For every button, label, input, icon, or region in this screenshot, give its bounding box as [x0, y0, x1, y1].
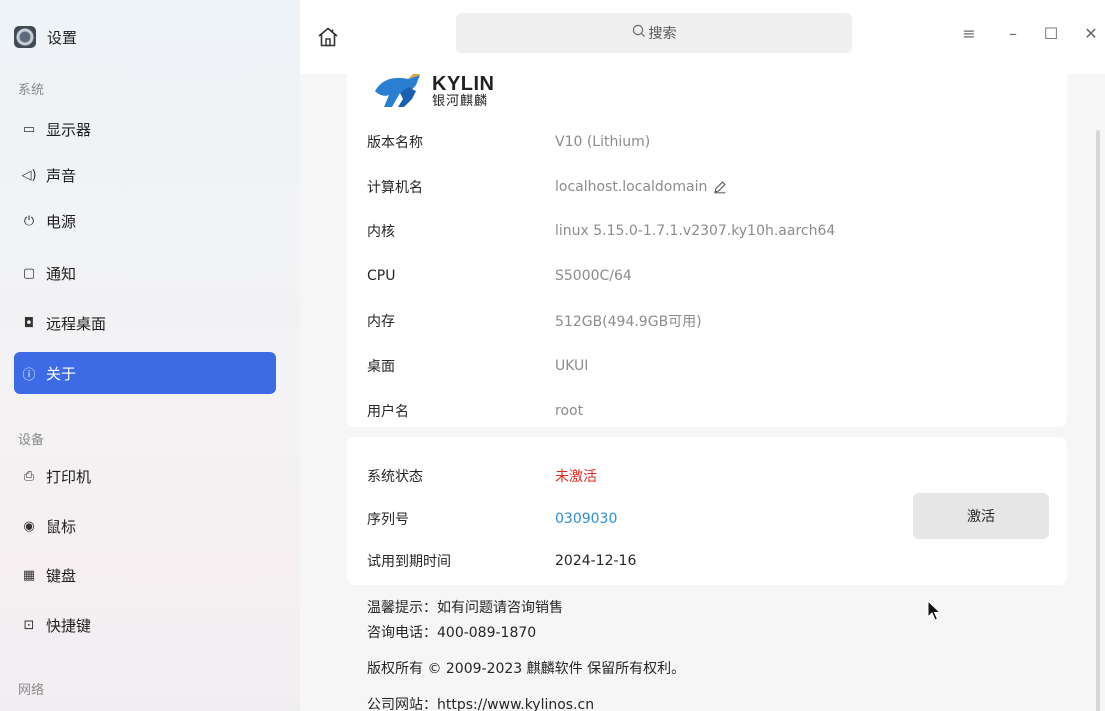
sidebar-item-shortcuts[interactable]: ⊡ 快捷键 [14, 604, 276, 646]
sidebar-item-mouse[interactable]: ◉ 鼠标 [14, 505, 276, 547]
shortcut-icon: ⊡ [23, 617, 35, 633]
info-label: 内存 [367, 314, 395, 330]
copyright: 版权所有 © 2009-2023 麒麟软件 保留所有权利。 [367, 661, 686, 677]
sidebar-item-label: 声音 [46, 166, 77, 185]
sidebar-item-label: 鼠标 [46, 517, 77, 536]
sidebar-item-label: 电源 [46, 212, 77, 231]
company-website: 公司网站：https://www.kylinos.cn [367, 697, 595, 711]
info-row-username: 用户名 root [367, 399, 583, 423]
mouse-icon: ◉ [23, 518, 35, 534]
info-label: 用户名 [367, 404, 409, 420]
logo-text-en: KYLIN [432, 74, 495, 95]
mouse-pointer-icon [927, 600, 941, 621]
sidebar-item-keyboard[interactable]: ▦ 键盘 [14, 554, 276, 596]
sales-tip: 温馨提示：如有问题请咨询销售 [367, 600, 563, 616]
sidebar-item-label: 键盘 [46, 566, 77, 585]
sidebar-item-remote-desktop[interactable]: ◘ 远程桌面 [14, 302, 276, 344]
minimize-button[interactable]: – [1000, 20, 1026, 46]
printer-icon: ⎙ [23, 468, 35, 484]
title-bar: 搜索 ≡ – ☐ ✕ [300, 0, 1105, 74]
speaker-icon: ◁) [21, 167, 37, 183]
info-label: 桌面 [367, 359, 395, 375]
info-row-hostname: 计算机名 localhost.localdomain [367, 175, 727, 199]
sidebar-item-power[interactable]: ⏻ 电源 [14, 200, 276, 242]
serial-number-label: 序列号 [367, 512, 409, 528]
info-label: 内核 [367, 224, 395, 240]
sidebar-item-printer[interactable]: ⎙ 打印机 [14, 455, 276, 497]
kylin-logo-text: KYLIN 银河麒麟 [432, 74, 495, 108]
notification-icon: ▢ [22, 265, 36, 281]
info-row-kernel: 内核 linux 5.15.0-1.7.1.v2307.ky10h.aarch6… [367, 219, 835, 243]
search-input[interactable]: 搜索 [456, 13, 852, 53]
vertical-scrollbar[interactable] [1096, 130, 1100, 711]
sidebar-item-label: 打印机 [46, 467, 92, 486]
kylin-logo-icon [375, 74, 420, 107]
serial-number-row: 序列号 0309030 [367, 507, 617, 531]
trial-expiry-value: 2024-12-16 [555, 553, 637, 569]
maximize-button[interactable]: ☐ [1038, 20, 1064, 46]
activation-status-label: 系统状态 [367, 469, 423, 485]
kylin-logo: KYLIN 银河麒麟 [372, 74, 495, 111]
info-value: V10 (Lithium) [555, 134, 651, 150]
activation-card: 系统状态 未激活 序列号 0309030 试用到期时间 2024-12-16 激… [347, 437, 1067, 585]
sidebar-item-about[interactable]: ⓘ 关于 [14, 352, 276, 394]
info-label: CPU [367, 268, 396, 284]
info-value: 512GB(494.9GB可用) [555, 314, 702, 330]
trial-expiry-row: 试用到期时间 2024-12-16 [367, 549, 636, 573]
info-row-desktop: 桌面 UKUI [367, 354, 588, 378]
about-page: KYLIN 银河麒麟 版本名称 V10 (Lithium) 计算机名 local… [300, 74, 1105, 711]
info-value: linux 5.15.0-1.7.1.v2307.ky10h.aarch64 [555, 223, 836, 239]
serial-number-value[interactable]: 0309030 [555, 511, 617, 527]
monitor-icon: ▭ [22, 121, 36, 137]
info-value-wrap: localhost.localdomain [555, 179, 727, 195]
sidebar-item-label: 通知 [46, 264, 77, 283]
power-icon: ⏻ [23, 213, 35, 229]
close-button[interactable]: ✕ [1078, 20, 1104, 46]
home-icon[interactable] [317, 26, 339, 48]
menu-button[interactable]: ≡ [956, 20, 982, 46]
keyboard-icon: ▦ [22, 567, 36, 583]
activate-button[interactable]: 激活 [913, 493, 1049, 539]
hostname-value: localhost.localdomain [555, 179, 708, 195]
info-row-memory: 内存 512GB(494.9GB可用) [367, 309, 702, 333]
sidebar-item-display[interactable]: ▭ 显示器 [14, 108, 276, 150]
group-title-network: 网络 [18, 683, 45, 698]
group-title-devices: 设备 [18, 433, 45, 448]
app-title-bar: 设置 [14, 24, 77, 50]
remote-desktop-icon: ◘ [23, 315, 35, 331]
edit-pencil-icon[interactable] [713, 180, 727, 194]
logo-text-cn: 银河麒麟 [432, 94, 489, 109]
contact-phone: 咨询电话：400-089-1870 [367, 625, 537, 641]
info-value: UKUI [555, 358, 589, 374]
search-placeholder: 搜索 [648, 26, 677, 42]
activation-status-row: 系统状态 未激活 [367, 464, 597, 488]
info-row-version: 版本名称 V10 (Lithium) [367, 130, 650, 154]
trial-expiry-label: 试用到期时间 [367, 554, 451, 570]
sidebar-item-label: 关于 [46, 364, 77, 383]
info-value: S5000C/64 [555, 268, 632, 284]
info-value: root [555, 403, 584, 419]
settings-app-icon [14, 26, 36, 48]
sidebar-item-label: 显示器 [46, 120, 92, 139]
system-info-card: KYLIN 银河麒麟 版本名称 V10 (Lithium) 计算机名 local… [347, 74, 1067, 427]
activation-status-value: 未激活 [555, 469, 597, 485]
info-icon: ⓘ [22, 367, 36, 383]
sidebar-item-label: 远程桌面 [46, 314, 107, 333]
info-label: 版本名称 [367, 135, 423, 151]
group-title-system: 系统 [18, 83, 45, 98]
app-title: 设置 [47, 28, 78, 47]
sidebar-item-sound[interactable]: ◁) 声音 [14, 154, 276, 196]
sidebar-item-notification[interactable]: ▢ 通知 [14, 252, 276, 294]
search-icon [632, 24, 646, 42]
info-row-cpu: CPU S5000C/64 [367, 264, 632, 288]
sidebar: 设置 系统 ▭ 显示器 ◁) 声音 ⏻ 电源 ▢ 通知 ◘ 远程桌面 ⓘ 关于 … [0, 0, 300, 711]
info-label: 计算机名 [367, 180, 423, 196]
sidebar-item-label: 快捷键 [46, 616, 92, 635]
